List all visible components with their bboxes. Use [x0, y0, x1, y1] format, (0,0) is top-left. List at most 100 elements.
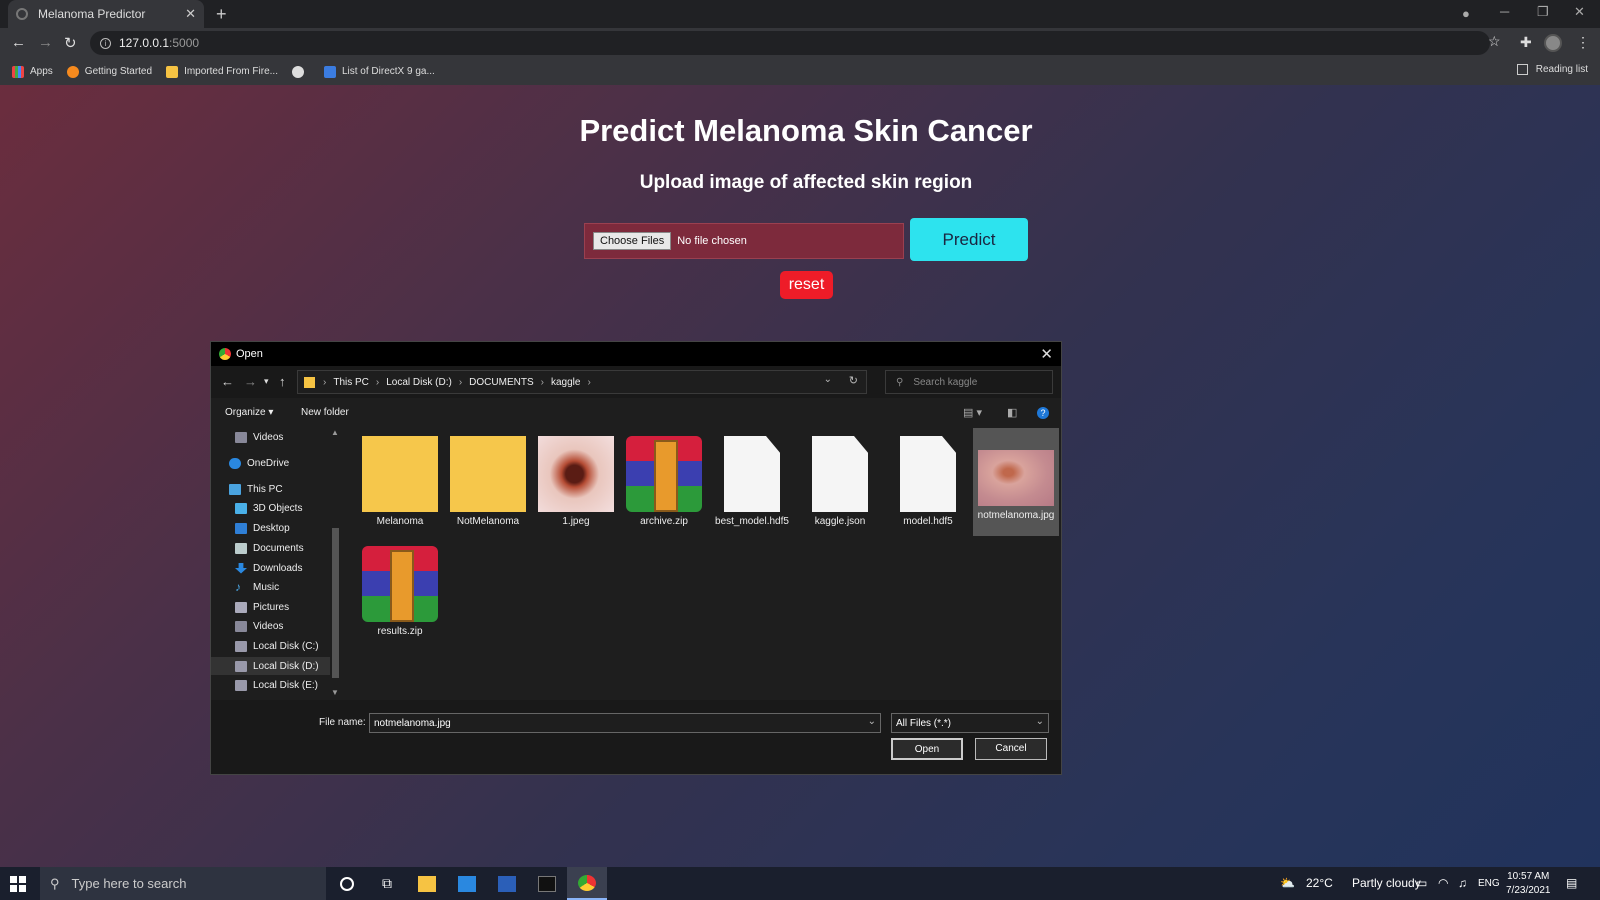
breadcrumb-kaggle[interactable]: kaggle	[551, 377, 580, 388]
clock-time: 10:57 AM	[1507, 871, 1550, 882]
bookmark-getting-started[interactable]: Getting Started	[66, 65, 152, 78]
nav-item-local-disk-c[interactable]: Local Disk (C:)	[235, 637, 319, 655]
address-bar[interactable]: i 127.0.0.1:5000	[90, 31, 1490, 55]
image-thumbnail	[978, 450, 1054, 506]
breadcrumb-local-disk-d[interactable]: Local Disk (D:)	[386, 377, 452, 388]
close-tab-icon[interactable]: ✕	[185, 6, 196, 22]
restore-icon[interactable]: ❐	[1537, 4, 1549, 20]
battery-icon[interactable]: ▭	[1416, 876, 1427, 890]
chevron-down-icon[interactable]: ⌄	[868, 716, 876, 727]
choose-files-button[interactable]: Choose Files	[593, 232, 672, 250]
menu-icon[interactable]: ⋮	[1576, 34, 1590, 51]
nav-item-local-disk-d[interactable]: Local Disk (D:)	[211, 657, 331, 675]
notifications-icon[interactable]: ▤	[1566, 876, 1577, 890]
volume-icon[interactable]: ♫	[1458, 876, 1467, 890]
back-icon[interactable]: ←	[11, 34, 26, 51]
language-indicator[interactable]: ENG	[1478, 878, 1500, 889]
avatar[interactable]	[1544, 34, 1562, 52]
file-item-notmelanoma[interactable]: NotMelanoma	[445, 432, 531, 527]
bookmarks-bar: Apps Getting Started Imported From Fire.…	[0, 58, 1600, 85]
nav-item-onedrive[interactable]: OneDrive	[229, 454, 289, 472]
taskbar-search[interactable]: ⚲ Type here to search	[40, 867, 326, 900]
chrome-taskbar-icon[interactable]	[567, 867, 607, 900]
scroll-thumb[interactable]	[332, 528, 339, 678]
breadcrumb-this-pc[interactable]: This PC	[333, 377, 369, 388]
reset-button[interactable]: reset	[780, 271, 833, 299]
preview-pane-icon[interactable]: ◧	[1007, 406, 1017, 419]
open-button[interactable]: Open	[891, 738, 963, 760]
back-icon[interactable]: ←	[221, 374, 234, 389]
cloud-icon	[229, 457, 241, 469]
nav-item-music[interactable]: ♪ Music	[235, 578, 279, 596]
file-item-results-zip[interactable]: results.zip	[357, 542, 443, 637]
file-item-kaggle-json[interactable]: kaggle.json	[797, 432, 883, 527]
minimize-icon[interactable]: ─	[1500, 4, 1509, 19]
nav-item-local-disk-e[interactable]: Local Disk (E:)	[235, 676, 318, 694]
view-options-icon[interactable]: ▤ ▾	[963, 406, 982, 419]
word-icon[interactable]	[487, 867, 527, 900]
predict-button[interactable]: Predict	[910, 218, 1028, 261]
nav-item-3d-objects[interactable]: 3D Objects	[235, 499, 302, 517]
bookmark-star-icon[interactable]: ☆	[1488, 33, 1501, 50]
bookmark-globe[interactable]	[291, 65, 310, 78]
chevron-down-icon[interactable]: ⌄	[824, 374, 832, 385]
nav-item-desktop[interactable]: Desktop	[235, 519, 290, 537]
nav-item-documents[interactable]: Documents	[235, 539, 304, 557]
scroll-down-icon[interactable]: ▼	[331, 688, 339, 697]
bookmark-directx[interactable]: List of DirectX 9 ga...	[323, 65, 435, 78]
bookmark-imported[interactable]: Imported From Fire...	[166, 65, 278, 78]
dialog-breadcrumb[interactable]: › This PC › Local Disk (D:) › DOCUMENTS › k…	[297, 370, 867, 394]
bookmark-apps[interactable]: Apps	[12, 65, 53, 78]
new-tab-icon[interactable]: +	[216, 4, 227, 25]
file-item-1-jpeg[interactable]: 1.jpeg	[533, 432, 619, 527]
task-view-icon[interactable]: ⧉	[367, 867, 407, 900]
page-subtitle: Upload image of affected skin region	[639, 172, 973, 193]
chevron-down-icon[interactable]: ⌄	[1036, 716, 1044, 727]
reading-list[interactable]: Reading list	[1516, 64, 1588, 75]
terminal-icon[interactable]	[527, 867, 567, 900]
nav-item-downloads[interactable]: Downloads	[235, 559, 302, 577]
weather-text[interactable]: Partly cloudy	[1352, 876, 1421, 890]
new-folder-button[interactable]: New folder	[301, 407, 349, 418]
mail-icon[interactable]	[447, 867, 487, 900]
cortana-icon[interactable]	[327, 867, 367, 900]
windows-start-icon[interactable]	[10, 876, 26, 892]
close-dialog-icon[interactable]: ✕	[1040, 345, 1053, 363]
nav-item-videos-top[interactable]: Videos	[235, 428, 283, 446]
breadcrumb-documents[interactable]: DOCUMENTS	[469, 377, 533, 388]
info-icon[interactable]: i	[100, 37, 111, 49]
tab-melanoma-predictor[interactable]: Melanoma Predictor ✕	[8, 0, 204, 28]
organize-button[interactable]: Organize ▾	[225, 407, 273, 418]
forward-icon[interactable]: →	[244, 374, 257, 389]
system-clock[interactable]: 10:57 AM 7/23/2021	[1506, 870, 1551, 898]
nav-item-this-pc[interactable]: This PC	[229, 480, 283, 498]
close-window-icon[interactable]: ✕	[1574, 4, 1585, 20]
up-icon[interactable]: ↑	[279, 374, 286, 389]
nav-item-pictures[interactable]: Pictures	[235, 598, 289, 616]
wifi-icon[interactable]: ◠	[1438, 876, 1448, 890]
extensions-icon[interactable]: ✚	[1520, 34, 1532, 51]
temperature[interactable]: 22°C	[1306, 876, 1333, 890]
file-item-model-hdf5[interactable]: model.hdf5	[885, 432, 971, 527]
file-type-select[interactable]: All Files (*.*) ⌄	[891, 713, 1049, 733]
nav-scrollbar[interactable]: ▲ ▼	[330, 426, 341, 700]
forward-icon[interactable]: →	[38, 34, 53, 51]
cancel-button[interactable]: Cancel	[975, 738, 1047, 760]
profile-menu-icon[interactable]: ●	[1462, 6, 1470, 21]
dialog-search-input[interactable]: ⚲ Search kaggle	[885, 370, 1053, 394]
file-item-melanoma[interactable]: Melanoma	[357, 432, 443, 527]
file-item-archive-zip[interactable]: archive.zip	[621, 432, 707, 527]
breadcrumb-separator: ›	[540, 376, 544, 388]
nav-item-videos[interactable]: Videos	[235, 617, 283, 635]
reload-icon[interactable]: ↻	[64, 34, 77, 52]
file-item-notmelanoma-jpg[interactable]: notmelanoma.jpg	[973, 428, 1059, 536]
page-icon	[323, 65, 336, 78]
file-input[interactable]: Choose Files No file chosen	[584, 223, 904, 259]
refresh-icon[interactable]: ↻	[849, 374, 858, 387]
file-name-field[interactable]: notmelanoma.jpg ⌄	[369, 713, 881, 733]
help-icon[interactable]: ?	[1037, 407, 1049, 419]
file-item-best-model[interactable]: best_model.hdf5	[709, 432, 795, 527]
scroll-up-icon[interactable]: ▲	[331, 428, 339, 437]
file-explorer-icon[interactable]	[407, 867, 447, 900]
recent-locations-icon[interactable]: ▾	[264, 376, 269, 387]
